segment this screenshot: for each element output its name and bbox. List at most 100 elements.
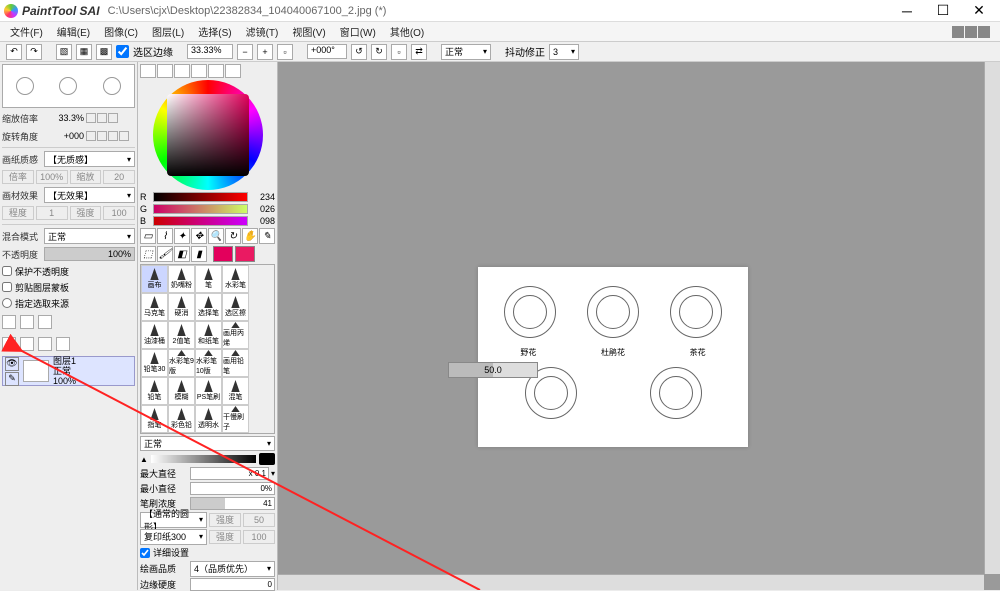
zoom-in-button[interactable]: + <box>257 44 273 60</box>
brush-指笔[interactable]: 指笔 <box>141 405 168 433</box>
new-layer-icon[interactable] <box>2 315 16 329</box>
new-folder-icon[interactable] <box>38 315 52 329</box>
brush-彩色铅[interactable]: 彩色铅 <box>168 405 195 433</box>
brush-奶嘴粉[interactable]: 奶嘴粉 <box>168 265 195 293</box>
new-linework-icon[interactable] <box>20 315 34 329</box>
move-tool-icon[interactable]: ✥ <box>191 228 207 244</box>
undo-button[interactable]: ↶ <box>6 44 22 60</box>
brush-干慢刷子[interactable]: 干慢刷子 <box>222 405 249 433</box>
brush-油漆桶[interactable]: 油漆桶 <box>141 321 168 349</box>
zoom-out-button[interactable]: − <box>237 44 253 60</box>
horizontal-scrollbar[interactable] <box>278 574 984 590</box>
lasso-tool-icon[interactable]: ⌇ <box>157 228 173 244</box>
navigator-thumbnail[interactable] <box>2 64 135 108</box>
menu-layer[interactable]: 图层(L) <box>152 24 184 39</box>
zoom-dec-icon[interactable] <box>86 113 96 123</box>
document[interactable]: 野花 杜鹃花 茶花 <box>478 267 748 447</box>
rotate-tool-icon[interactable]: ↻ <box>225 228 241 244</box>
quality-combo[interactable]: 4（品质优先） <box>190 561 275 577</box>
r-slider[interactable] <box>153 192 248 202</box>
merge-down-icon[interactable] <box>20 337 34 351</box>
edit-icon[interactable]: ✎ <box>5 372 19 386</box>
detail-settings-checkbox[interactable]: 详细设置 <box>140 546 275 559</box>
brush-硬消[interactable]: 硬消 <box>168 293 195 321</box>
bucket-tool-icon[interactable]: ▮ <box>191 246 207 262</box>
rotate-cw-button[interactable]: ↻ <box>371 44 387 60</box>
visibility-icon[interactable]: 👁 <box>5 357 19 371</box>
brush-选区擦[interactable]: 选区擦 <box>222 293 249 321</box>
rot-inc-icon[interactable] <box>97 131 107 141</box>
rotate-reset-button[interactable]: ▫ <box>391 44 407 60</box>
brush-画布[interactable]: 画布 <box>141 265 168 293</box>
clear-layer-icon[interactable] <box>38 337 52 351</box>
brush-马克笔[interactable]: 马克笔 <box>141 293 168 321</box>
show-select-button[interactable]: ▩ <box>96 44 112 60</box>
deselect-button[interactable]: ▧ <box>56 44 72 60</box>
brush-水彩笔9版[interactable]: 水彩笔9版 <box>168 349 195 377</box>
zoom-inc-icon[interactable] <box>97 113 107 123</box>
color-tab-icon[interactable] <box>191 64 207 78</box>
brush-模糊[interactable]: 模糊 <box>168 377 195 405</box>
min-size-slider[interactable]: 0% <box>190 482 275 495</box>
rot-reset-icon[interactable] <box>108 131 118 141</box>
hand-tool-icon[interactable]: ✋ <box>242 228 258 244</box>
menu-other[interactable]: 其他(O) <box>390 24 424 39</box>
layer-row[interactable]: 👁✎ 图层1正常100% <box>2 356 135 386</box>
brush-画用铅笔[interactable]: 画用铅笔 <box>222 349 249 377</box>
minimize-button[interactable]: ─ <box>898 2 916 20</box>
toolbar-blend-combo[interactable]: 正常 <box>441 44 491 60</box>
stabilizer-combo[interactable]: 3 <box>549 44 579 60</box>
vertical-scrollbar[interactable] <box>984 62 1000 574</box>
rotate-ccw-button[interactable]: ↺ <box>351 44 367 60</box>
brush-水彩笔10版[interactable]: 水彩笔10版 <box>195 349 222 377</box>
opacity-slider[interactable]: 100% <box>44 247 135 261</box>
clip-mask-checkbox[interactable]: 剪贴图层蒙板 <box>2 280 135 294</box>
pick-source-checkbox[interactable]: 指定选取来源 <box>2 296 135 310</box>
paper-effect-combo[interactable]: 【无效果】 <box>44 187 135 203</box>
brush-笔[interactable]: 笔 <box>195 265 222 293</box>
color-tab-icon[interactable] <box>174 64 190 78</box>
menu-file[interactable]: 文件(F) <box>10 24 43 39</box>
menu-image[interactable]: 图像(C) <box>104 24 138 39</box>
maximize-button[interactable]: ☐ <box>934 2 952 20</box>
brush-透明水[interactable]: 透明水 <box>195 405 222 433</box>
rot-dec-icon[interactable] <box>86 131 96 141</box>
brush-混笔[interactable]: 混笔 <box>222 377 249 405</box>
redo-button[interactable]: ↷ <box>26 44 42 60</box>
brush-选择笔[interactable]: 选择笔 <box>195 293 222 321</box>
wand-tool-icon[interactable]: ✦ <box>174 228 190 244</box>
rot-flip-icon[interactable] <box>119 131 129 141</box>
paper-combo[interactable]: 复印纸300 <box>140 529 207 545</box>
picker-tool-icon[interactable]: ✎ <box>259 228 275 244</box>
density-slider[interactable]: 41 <box>190 497 275 510</box>
zoom-display[interactable]: 33.33% <box>187 44 233 59</box>
rect-select-tool-icon[interactable]: ▭ <box>140 228 156 244</box>
transfer-down-icon[interactable] <box>2 337 16 351</box>
fg-swatch[interactable] <box>213 246 233 262</box>
b-slider[interactable] <box>153 216 248 226</box>
rotate-display[interactable]: +000° <box>307 44 347 59</box>
menu-window[interactable]: 窗口(W) <box>340 24 376 39</box>
paper-texture-combo[interactable]: 【无质感】 <box>44 151 135 167</box>
color-tab-icon[interactable] <box>225 64 241 78</box>
panel-toggle-icon[interactable] <box>965 26 977 38</box>
brush-tool-icon[interactable]: 🖌 <box>157 246 173 262</box>
panel-toggle-icon[interactable] <box>978 26 990 38</box>
menu-filter[interactable]: 滤镜(T) <box>246 24 279 39</box>
brush-PS笔刷[interactable]: PS笔刷 <box>195 377 222 405</box>
close-button[interactable]: ✕ <box>970 2 988 20</box>
delete-layer-icon[interactable] <box>56 337 70 351</box>
brush-画用丙烯[interactable]: 画用丙烯 <box>222 321 249 349</box>
panel-toggle-icon[interactable] <box>952 26 964 38</box>
max-size-slider[interactable]: x 0.1 <box>190 467 269 480</box>
g-slider[interactable] <box>153 204 248 214</box>
invert-select-button[interactable]: ▦ <box>76 44 92 60</box>
color-wheel[interactable] <box>140 80 275 190</box>
brush-和纸笔[interactable]: 和纸笔 <box>195 321 222 349</box>
transform-tool-icon[interactable]: ⬚ <box>140 246 156 262</box>
select-edge-checkbox[interactable] <box>116 45 129 58</box>
color-tab-icon[interactable] <box>208 64 224 78</box>
brush-水彩笔[interactable]: 水彩笔 <box>222 265 249 293</box>
menu-view[interactable]: 视图(V) <box>292 24 325 39</box>
edge-slider[interactable]: 0 <box>190 578 275 591</box>
